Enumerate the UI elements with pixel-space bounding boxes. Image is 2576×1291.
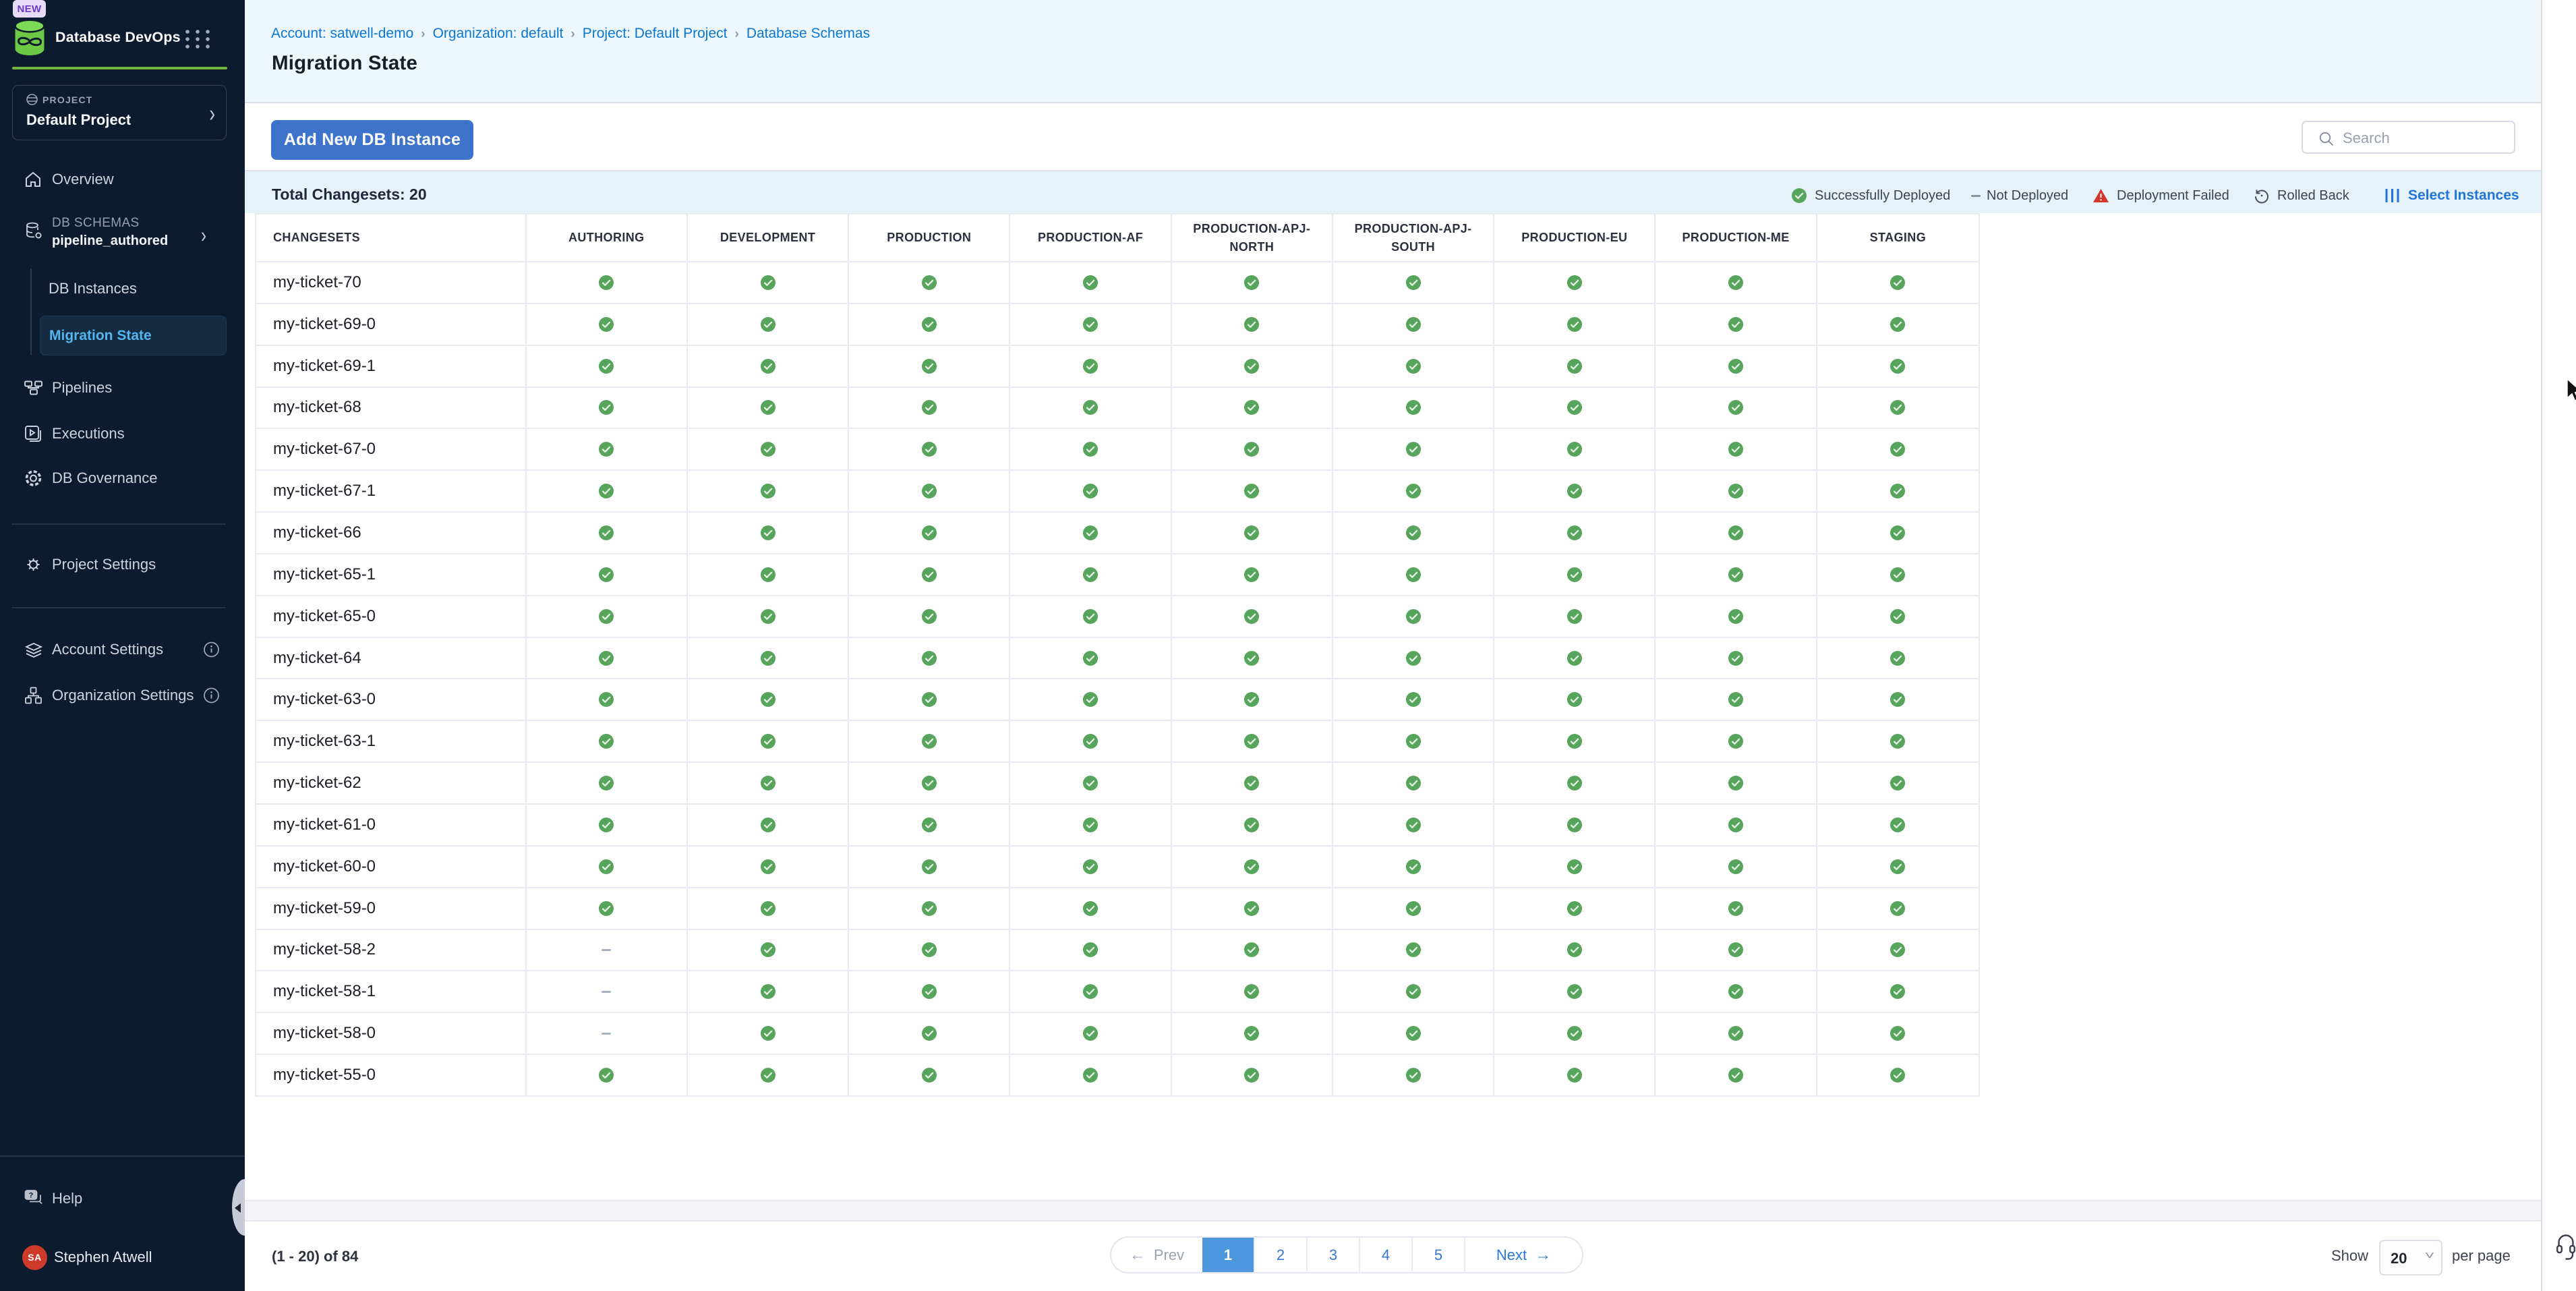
svg-text:?: ? [29, 1192, 34, 1200]
